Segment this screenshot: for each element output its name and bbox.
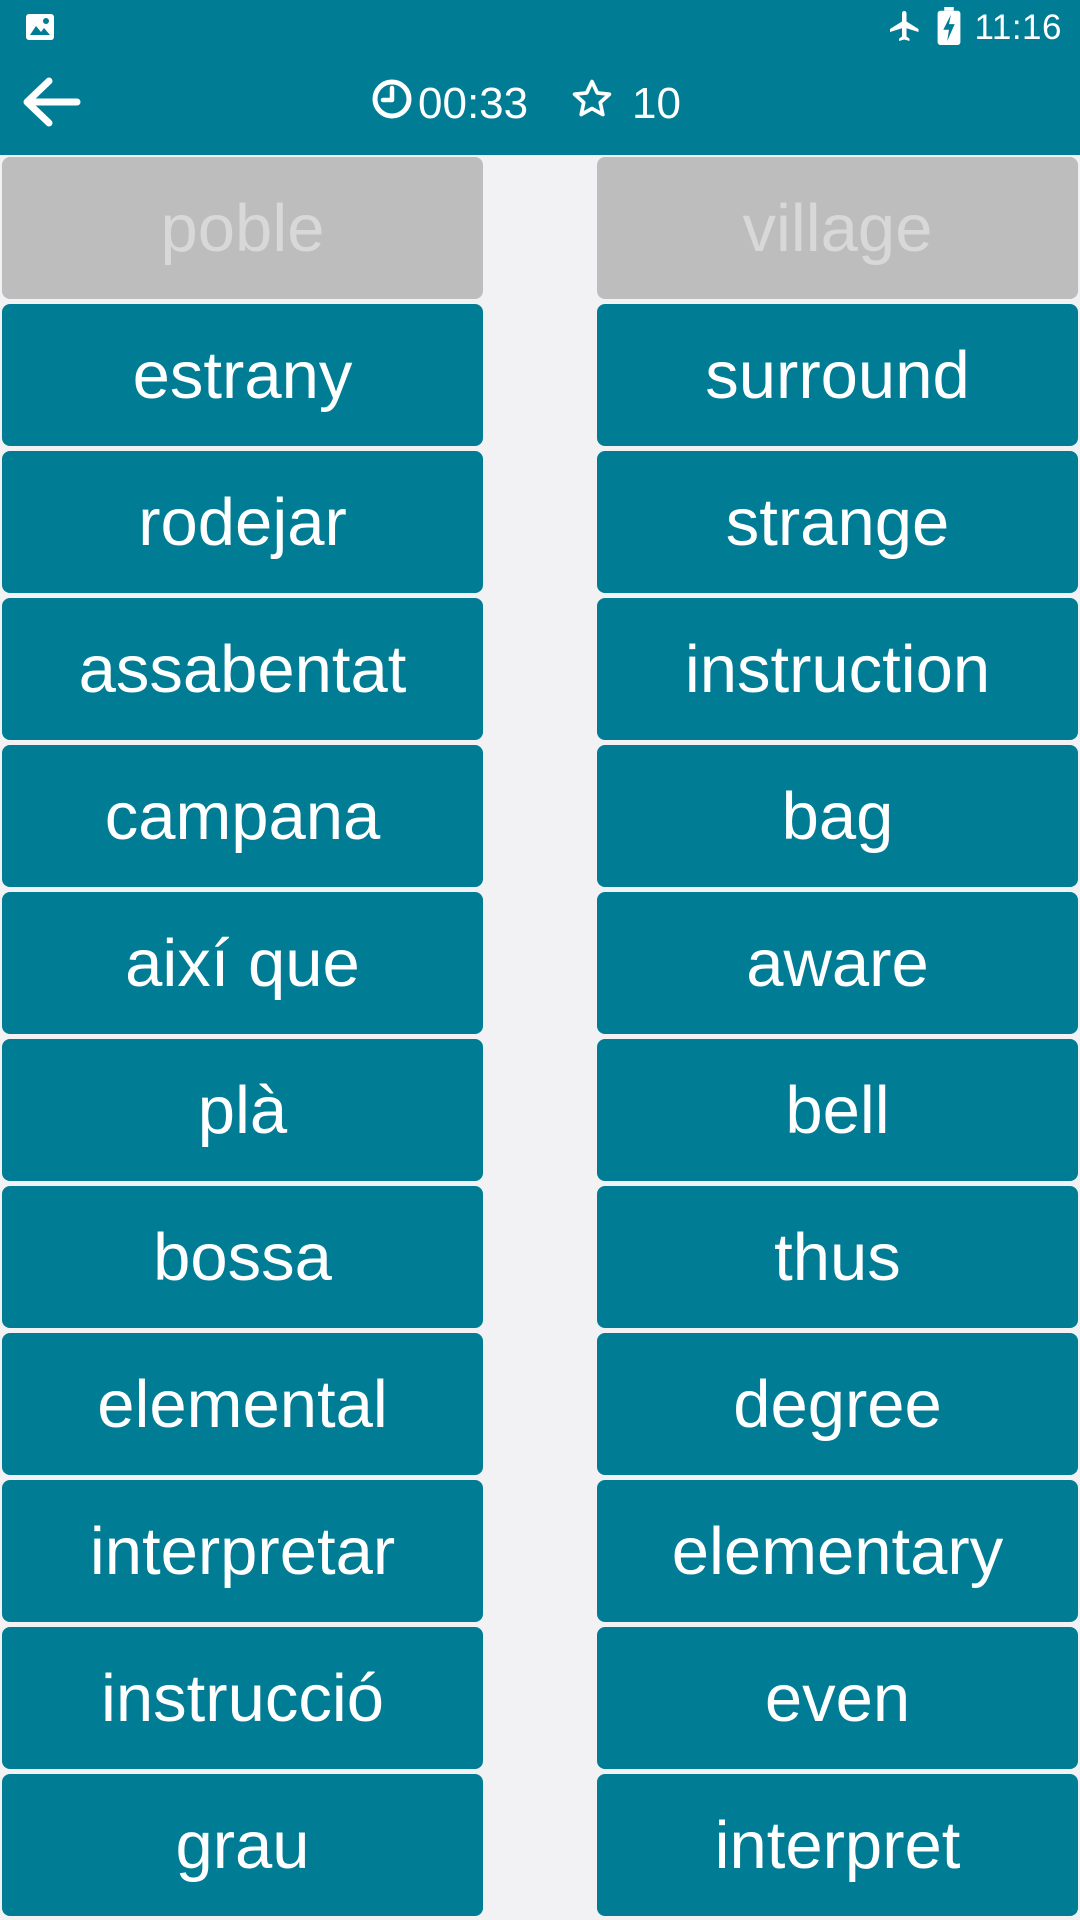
english-word-label: degree — [733, 1366, 942, 1442]
english-word-tile[interactable]: surround — [597, 304, 1078, 446]
english-word-tile[interactable]: instruction — [597, 598, 1078, 740]
app-bar: 00:33 10 — [0, 55, 1080, 155]
english-word-tile: village — [597, 157, 1078, 299]
catalan-word-label: bossa — [153, 1219, 332, 1295]
score-value: 10 — [632, 79, 681, 128]
catalan-word-label: elemental — [97, 1366, 388, 1442]
english-word-tile[interactable]: degree — [597, 1333, 1078, 1475]
english-word-label: thus — [774, 1219, 901, 1295]
back-button[interactable] — [18, 71, 84, 137]
english-word-label: instruction — [684, 631, 991, 707]
matching-board: poble estrany rodejar assabentat campana així… — [0, 155, 1080, 1920]
catalan-word-tile[interactable]: rodejar — [2, 451, 483, 593]
battery-charging-icon — [937, 6, 961, 50]
catalan-word-tile[interactable]: assabentat — [2, 598, 483, 740]
english-word-label: village — [742, 190, 933, 266]
catalan-word-label: assabentat — [78, 631, 407, 707]
english-word-tile[interactable]: aware — [597, 892, 1078, 1034]
english-word-label: bell — [785, 1072, 890, 1148]
english-word-label: bag — [781, 778, 894, 854]
airplane-icon — [887, 8, 923, 49]
catalan-word-label: estrany — [132, 337, 353, 413]
catalan-word-label: rodejar — [138, 484, 347, 560]
english-word-label: aware — [746, 925, 929, 1001]
image-icon — [25, 13, 55, 41]
timer: 00:33 — [370, 77, 528, 131]
english-word-tile[interactable]: bag — [597, 745, 1078, 887]
catalan-word-label: poble — [160, 190, 325, 266]
top-bar: 11:16 00:33 10 — [0, 0, 1080, 155]
arrow-left-icon — [21, 77, 81, 132]
catalan-word-tile[interactable]: campana — [2, 745, 483, 887]
catalan-word-tile[interactable]: plà — [2, 1039, 483, 1181]
catalan-word-label: plà — [197, 1072, 288, 1148]
catalan-word-tile[interactable]: bossa — [2, 1186, 483, 1328]
catalan-word-label: així que — [125, 925, 360, 1001]
catalan-word-tile[interactable]: interpretar — [2, 1480, 483, 1622]
status-icons: 11:16 — [887, 6, 1063, 50]
score: 10 — [570, 77, 681, 131]
english-word-tile[interactable]: even — [597, 1627, 1078, 1769]
english-word-label: strange — [725, 484, 950, 560]
catalan-word-label: instrucció — [101, 1660, 384, 1736]
catalan-word-tile[interactable]: grau — [2, 1774, 483, 1916]
star-outline-icon — [570, 77, 614, 132]
catalan-word-tile[interactable]: estrany — [2, 304, 483, 446]
timer-value: 00:33 — [418, 79, 529, 128]
catalan-word-label: campana — [104, 778, 381, 854]
english-word-label: even — [764, 1660, 911, 1736]
catalan-word-tile[interactable]: així que — [2, 892, 483, 1034]
english-word-tile[interactable]: thus — [597, 1186, 1078, 1328]
catalan-word-label: grau — [175, 1807, 310, 1883]
english-word-tile[interactable]: elementary — [597, 1480, 1078, 1622]
english-word-label: elementary — [671, 1513, 1004, 1589]
catalan-word-tile: poble — [2, 157, 483, 299]
english-word-tile[interactable]: strange — [597, 451, 1078, 593]
catalan-word-label: interpretar — [89, 1513, 396, 1589]
clock-icon — [370, 77, 414, 132]
catalan-word-tile[interactable]: instrucció — [2, 1627, 483, 1769]
catalan-word-tile[interactable]: elemental — [2, 1333, 483, 1475]
english-word-tile[interactable]: interpret — [597, 1774, 1078, 1916]
english-word-label: surround — [705, 337, 970, 413]
english-word-tile[interactable]: bell — [597, 1039, 1078, 1181]
status-bar: 11:16 — [0, 0, 1080, 55]
status-time: 11:16 — [974, 8, 1062, 47]
english-word-label: interpret — [714, 1807, 961, 1883]
